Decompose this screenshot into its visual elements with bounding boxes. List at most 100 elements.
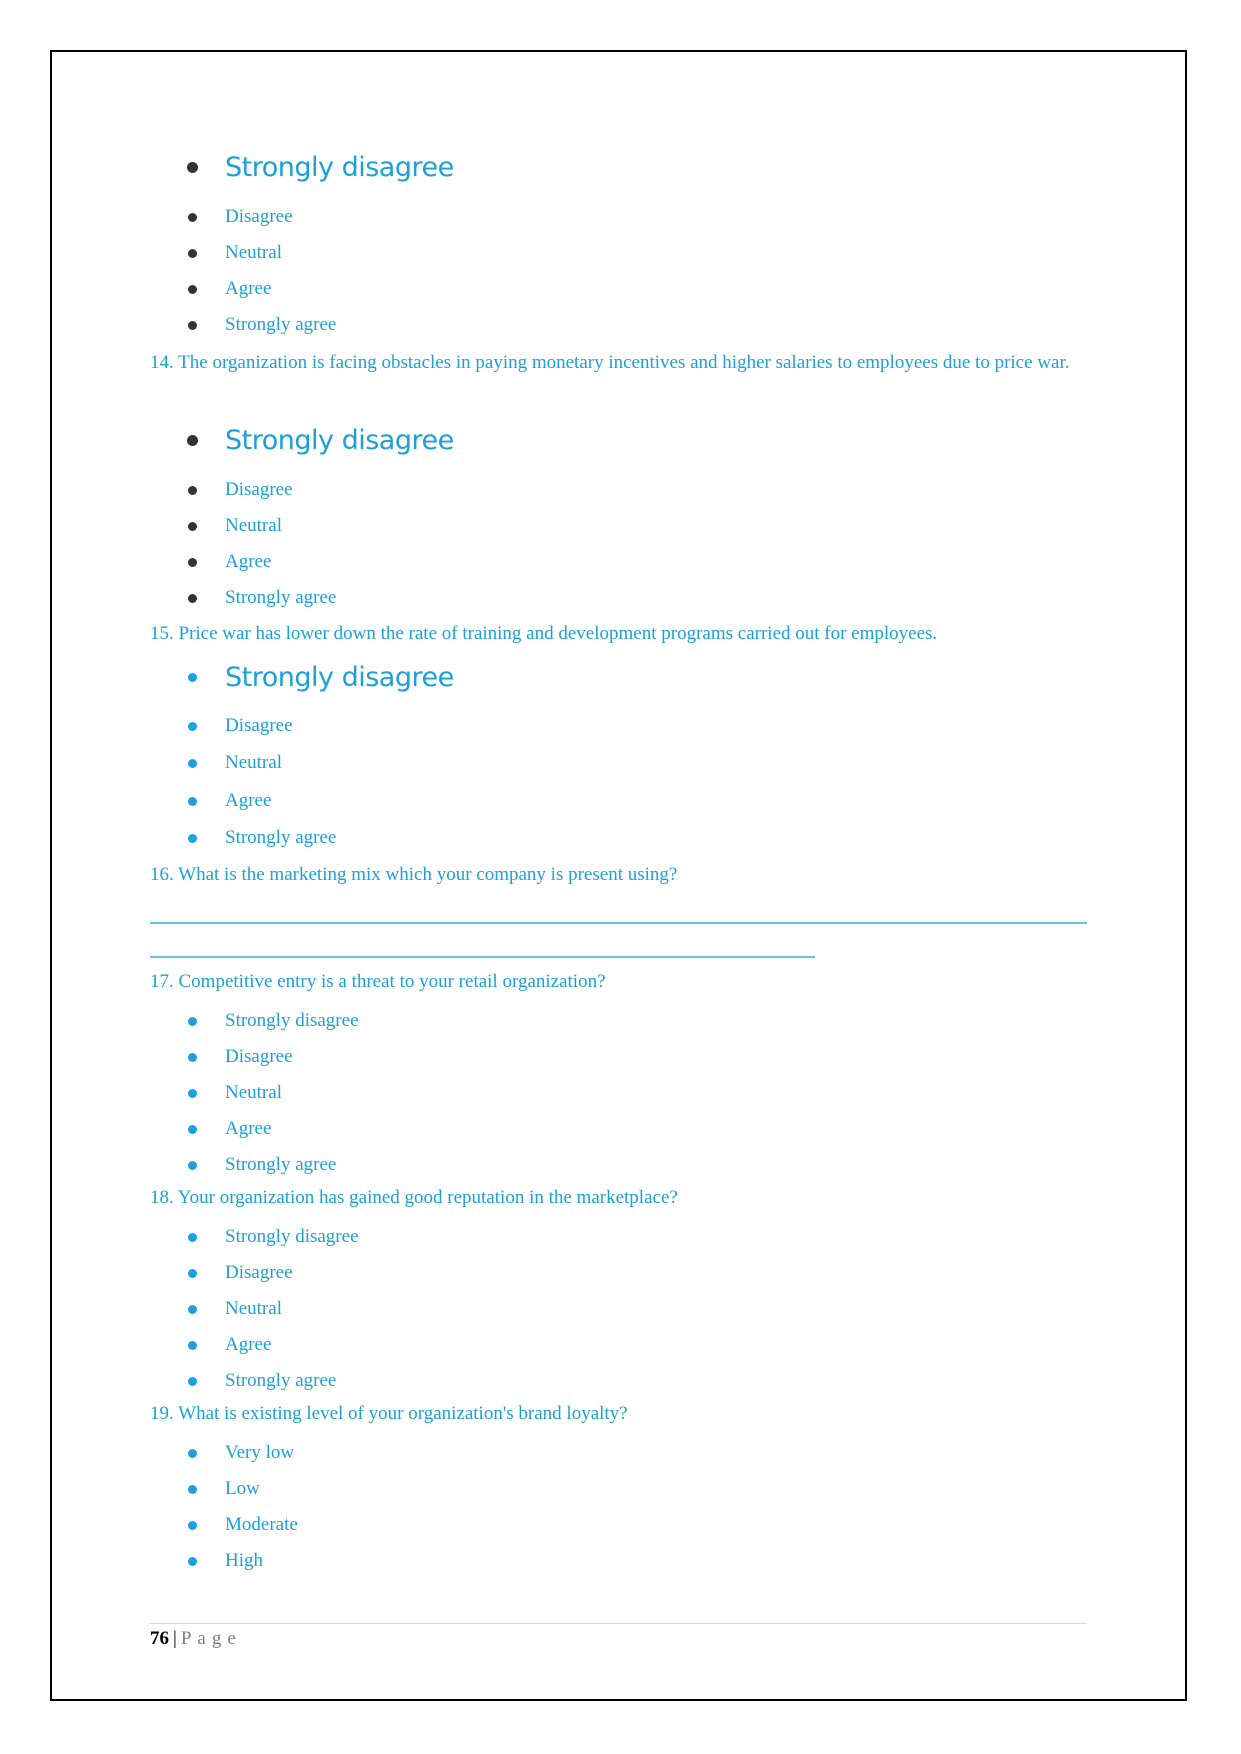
q17-option[interactable]: Disagree xyxy=(150,1042,293,1072)
q14-option[interactable]: Disagree xyxy=(150,475,293,505)
q18-option[interactable]: Strongly disagree xyxy=(150,1222,359,1252)
option-label: Agree xyxy=(225,1118,272,1139)
q13-option[interactable]: Disagree xyxy=(150,202,293,232)
q13-option[interactable]: Strongly disagree xyxy=(150,152,454,183)
q13-option[interactable]: Strongly agree xyxy=(150,310,336,340)
bullet-icon xyxy=(188,593,197,603)
bullet-icon xyxy=(188,320,197,330)
bullet-icon xyxy=(188,796,197,806)
bullet-icon xyxy=(188,1556,197,1566)
q15-option[interactable]: Neutral xyxy=(150,748,282,778)
q19-option[interactable]: High xyxy=(150,1546,263,1576)
option-label: Strongly agree xyxy=(225,587,337,608)
footer-separator: | xyxy=(173,1628,177,1649)
option-label: Disagree xyxy=(225,1046,293,1067)
q19-option[interactable]: Low xyxy=(150,1474,260,1504)
q17-option[interactable]: Agree xyxy=(150,1114,271,1144)
option-label: Strongly disagree xyxy=(225,424,454,456)
bullet-icon xyxy=(188,557,197,567)
bullet-icon xyxy=(188,1340,197,1350)
bullet-icon xyxy=(188,1124,197,1134)
bullet-icon xyxy=(188,1016,197,1026)
q18-option[interactable]: Neutral xyxy=(150,1294,282,1324)
option-label: Strongly agree xyxy=(225,827,337,848)
option-label: Strongly disagree xyxy=(225,151,454,183)
bullet-icon xyxy=(188,1448,197,1458)
question-16-text: 16. What is the marketing mix which your… xyxy=(150,864,678,885)
bullet-icon xyxy=(188,1376,197,1386)
page-footer: 76 | Page xyxy=(150,1628,242,1650)
option-label: Strongly agree xyxy=(225,314,337,335)
q14-option[interactable]: Agree xyxy=(150,547,271,577)
bullet-icon xyxy=(188,1484,197,1494)
bullet-icon xyxy=(188,1052,197,1062)
q19-option[interactable]: Very low xyxy=(150,1438,294,1468)
option-label: Strongly agree xyxy=(225,1370,337,1391)
bullet-icon xyxy=(188,485,197,495)
answer-line[interactable] xyxy=(150,922,1087,924)
option-label: Low xyxy=(225,1478,260,1499)
option-label: Neutral xyxy=(225,515,282,536)
option-label: Strongly agree xyxy=(225,1154,337,1175)
bullet-icon xyxy=(188,1520,197,1530)
page-number: 76 xyxy=(150,1628,169,1649)
option-label: Disagree xyxy=(225,479,293,500)
q15-option[interactable]: Disagree xyxy=(150,711,293,741)
bullet-icon xyxy=(187,161,198,173)
bullet-icon xyxy=(188,672,197,682)
q14-option[interactable]: Strongly disagree xyxy=(150,425,454,456)
option-label: Strongly disagree xyxy=(225,661,454,693)
q15-option[interactable]: Agree xyxy=(150,786,271,816)
bullet-icon xyxy=(188,284,197,294)
question-15-text: 15. Price war has lower down the rate of… xyxy=(150,623,938,644)
option-label: Neutral xyxy=(225,752,282,773)
option-label: Agree xyxy=(225,551,272,572)
footer-divider xyxy=(150,1623,1087,1624)
option-label: Strongly disagree xyxy=(225,1010,359,1031)
option-label: Very low xyxy=(225,1442,295,1463)
q15-option[interactable]: Strongly agree xyxy=(150,823,336,853)
q17-option[interactable]: Strongly agree xyxy=(150,1150,336,1180)
question-19-text: 19. What is existing level of your organ… xyxy=(150,1403,628,1424)
answer-line[interactable] xyxy=(150,956,815,958)
q13-option[interactable]: Agree xyxy=(150,274,271,304)
bullet-icon xyxy=(187,434,198,446)
bullet-icon xyxy=(188,1268,197,1278)
q18-option[interactable]: Disagree xyxy=(150,1258,293,1288)
option-label: Neutral xyxy=(225,242,282,263)
question-18-text: 18. Your organization has gained good re… xyxy=(150,1187,678,1208)
bullet-icon xyxy=(188,1160,197,1170)
q14-option[interactable]: Strongly agree xyxy=(150,583,336,613)
bullet-icon xyxy=(188,1304,197,1314)
option-label: Neutral xyxy=(225,1082,282,1103)
bullet-icon xyxy=(188,248,197,258)
q15-option[interactable]: Strongly disagree xyxy=(150,662,454,693)
bullet-icon xyxy=(188,521,197,531)
q18-option[interactable]: Agree xyxy=(150,1330,271,1360)
option-label: Moderate xyxy=(225,1514,298,1535)
bullet-icon xyxy=(188,1232,197,1242)
q19-option[interactable]: Moderate xyxy=(150,1510,298,1540)
question-17-text: 17. Competitive entry is a threat to you… xyxy=(150,971,606,992)
option-label: Agree xyxy=(225,1334,272,1355)
q17-option[interactable]: Neutral xyxy=(150,1078,282,1108)
option-label: Disagree xyxy=(225,1262,293,1283)
q13-option[interactable]: Neutral xyxy=(150,238,282,268)
bullet-icon xyxy=(188,758,197,768)
option-label: High xyxy=(225,1550,263,1571)
bullet-icon xyxy=(188,721,197,731)
option-label: Neutral xyxy=(225,1298,282,1319)
option-label: Agree xyxy=(225,790,272,811)
bullet-icon xyxy=(188,212,197,222)
option-label: Agree xyxy=(225,278,272,299)
bullet-icon xyxy=(188,1088,197,1098)
option-label: Strongly disagree xyxy=(225,1226,359,1247)
option-label: Disagree xyxy=(225,206,293,227)
q17-option[interactable]: Strongly disagree xyxy=(150,1006,359,1036)
q18-option[interactable]: Strongly agree xyxy=(150,1366,336,1396)
bullet-icon xyxy=(188,833,197,843)
question-14-text: 14. The organization is facing obstacles… xyxy=(150,352,1070,373)
option-label: Disagree xyxy=(225,715,293,736)
page-label: Page xyxy=(180,1628,242,1649)
q14-option[interactable]: Neutral xyxy=(150,511,282,541)
